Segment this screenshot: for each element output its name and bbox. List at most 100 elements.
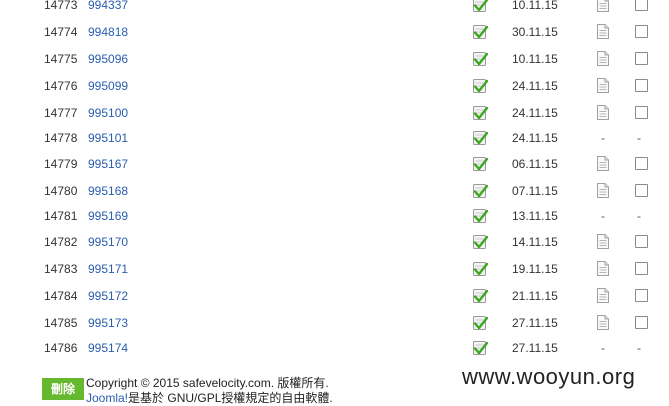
row-date: 07.11.15	[512, 184, 558, 198]
row-code-link[interactable]: 995168	[88, 182, 128, 200]
row-select-checkbox[interactable]	[635, 316, 648, 329]
row-date: 21.11.15	[512, 289, 558, 303]
row-select-checkbox[interactable]	[635, 184, 648, 197]
row-date: 10.11.15	[512, 52, 558, 66]
row-select-checkbox[interactable]	[635, 262, 648, 275]
row-id: 14773	[44, 0, 78, 12]
table-row: 14779 995167 06.11.15	[0, 155, 669, 173]
row-select-checkbox[interactable]	[635, 79, 648, 92]
row-id: 14776	[44, 79, 78, 93]
row-id: 14780	[44, 184, 78, 198]
empty-checkbox-placeholder: -	[637, 209, 641, 223]
table-row: 14780 995168 07.11.15	[0, 182, 669, 200]
table-row: 14778 995101 24.11.15 - -	[0, 129, 669, 147]
approved-check-icon	[473, 235, 488, 249]
row-date: 10.11.15	[512, 0, 558, 12]
table-row: 14775 995096 10.11.15	[0, 50, 669, 68]
row-code-link[interactable]: 995167	[88, 155, 128, 173]
row-code-link[interactable]: 995099	[88, 77, 128, 95]
row-id: 14782	[44, 235, 78, 249]
document-icon[interactable]	[597, 51, 609, 66]
approved-check-icon	[473, 289, 488, 303]
empty-checkbox-placeholder: -	[637, 131, 641, 145]
document-icon[interactable]	[597, 183, 609, 198]
row-date: 27.11.15	[512, 316, 558, 330]
row-code-link[interactable]: 995172	[88, 287, 128, 305]
table-row: 14785 995173 27.11.15	[0, 314, 669, 332]
footer: Copyright © 2015 safevelocity.com. 版權所有.…	[86, 376, 333, 406]
row-select-checkbox[interactable]	[635, 106, 648, 119]
watermark: www.wooyun.org	[462, 364, 636, 389]
joomla-link[interactable]: Joomla!	[86, 391, 128, 405]
document-icon[interactable]	[597, 261, 609, 276]
copyright-text: Copyright © 2015 safevelocity.com. 版權所有.	[86, 376, 329, 390]
table-row: 14786 995174 27.11.15 - -	[0, 339, 669, 357]
row-date: 13.11.15	[512, 209, 558, 223]
row-date: 06.11.15	[512, 157, 558, 171]
document-icon[interactable]	[597, 288, 609, 303]
table-row: 14774 994818 30.11.15	[0, 23, 669, 41]
row-code-link[interactable]: 995173	[88, 314, 128, 332]
row-date: 24.11.15	[512, 79, 558, 93]
row-id: 14774	[44, 25, 78, 39]
approved-check-icon	[473, 341, 488, 355]
empty-document-placeholder: -	[601, 341, 605, 355]
row-id: 14784	[44, 289, 78, 303]
row-select-checkbox[interactable]	[635, 52, 648, 65]
row-code-link[interactable]: 995100	[88, 104, 128, 122]
row-code-link[interactable]: 994818	[88, 23, 128, 41]
approved-check-icon	[473, 316, 488, 330]
approved-check-icon	[473, 106, 488, 120]
approved-check-icon	[473, 79, 488, 93]
row-id: 14777	[44, 106, 78, 120]
document-icon[interactable]	[597, 105, 609, 120]
row-id: 14786	[44, 341, 78, 355]
row-code-link[interactable]: 995174	[88, 339, 128, 357]
approved-check-icon	[473, 209, 488, 223]
table-row: 14781 995169 13.11.15 - -	[0, 207, 669, 225]
row-date: 19.11.15	[512, 262, 558, 276]
row-code-link[interactable]: 995169	[88, 207, 128, 225]
row-date: 27.11.15	[512, 341, 558, 355]
approved-check-icon	[473, 131, 488, 145]
document-icon[interactable]	[597, 24, 609, 39]
row-date: 14.11.15	[512, 235, 558, 249]
document-icon[interactable]	[597, 78, 609, 93]
empty-checkbox-placeholder: -	[637, 341, 641, 355]
approved-check-icon	[473, 262, 488, 276]
row-date: 24.11.15	[512, 131, 558, 145]
approved-check-icon	[473, 157, 488, 171]
document-icon[interactable]	[597, 156, 609, 171]
row-code-link[interactable]: 995101	[88, 129, 128, 147]
table-row: 14782 995170 14.11.15	[0, 233, 669, 251]
document-icon[interactable]	[597, 315, 609, 330]
row-select-checkbox[interactable]	[635, 235, 648, 248]
empty-document-placeholder: -	[601, 209, 605, 223]
delete-button[interactable]: 刪除	[42, 378, 84, 400]
row-id: 14775	[44, 52, 78, 66]
empty-document-placeholder: -	[601, 131, 605, 145]
row-id: 14781	[44, 209, 78, 223]
row-id: 14779	[44, 157, 78, 171]
row-select-checkbox[interactable]	[635, 25, 648, 38]
row-code-link[interactable]: 995096	[88, 50, 128, 68]
row-code-link[interactable]: 994337	[88, 0, 128, 14]
row-id: 14783	[44, 262, 78, 276]
row-id: 14785	[44, 316, 78, 330]
row-select-checkbox[interactable]	[635, 157, 648, 170]
row-code-link[interactable]: 995170	[88, 233, 128, 251]
row-code-link[interactable]: 995171	[88, 260, 128, 278]
document-icon[interactable]	[597, 0, 609, 12]
row-date: 24.11.15	[512, 106, 558, 120]
approved-check-icon	[473, 0, 488, 12]
approved-check-icon	[473, 25, 488, 39]
table-row: 14773 994337 10.11.15	[0, 0, 669, 14]
table-row: 14776 995099 24.11.15	[0, 77, 669, 95]
approved-check-icon	[473, 52, 488, 66]
row-date: 30.11.15	[512, 25, 558, 39]
row-select-checkbox[interactable]	[635, 0, 648, 11]
row-select-checkbox[interactable]	[635, 289, 648, 302]
document-icon[interactable]	[597, 234, 609, 249]
approved-check-icon	[473, 184, 488, 198]
license-text: 是基於 GNU/GPL授權規定的自由軟體.	[128, 391, 333, 405]
